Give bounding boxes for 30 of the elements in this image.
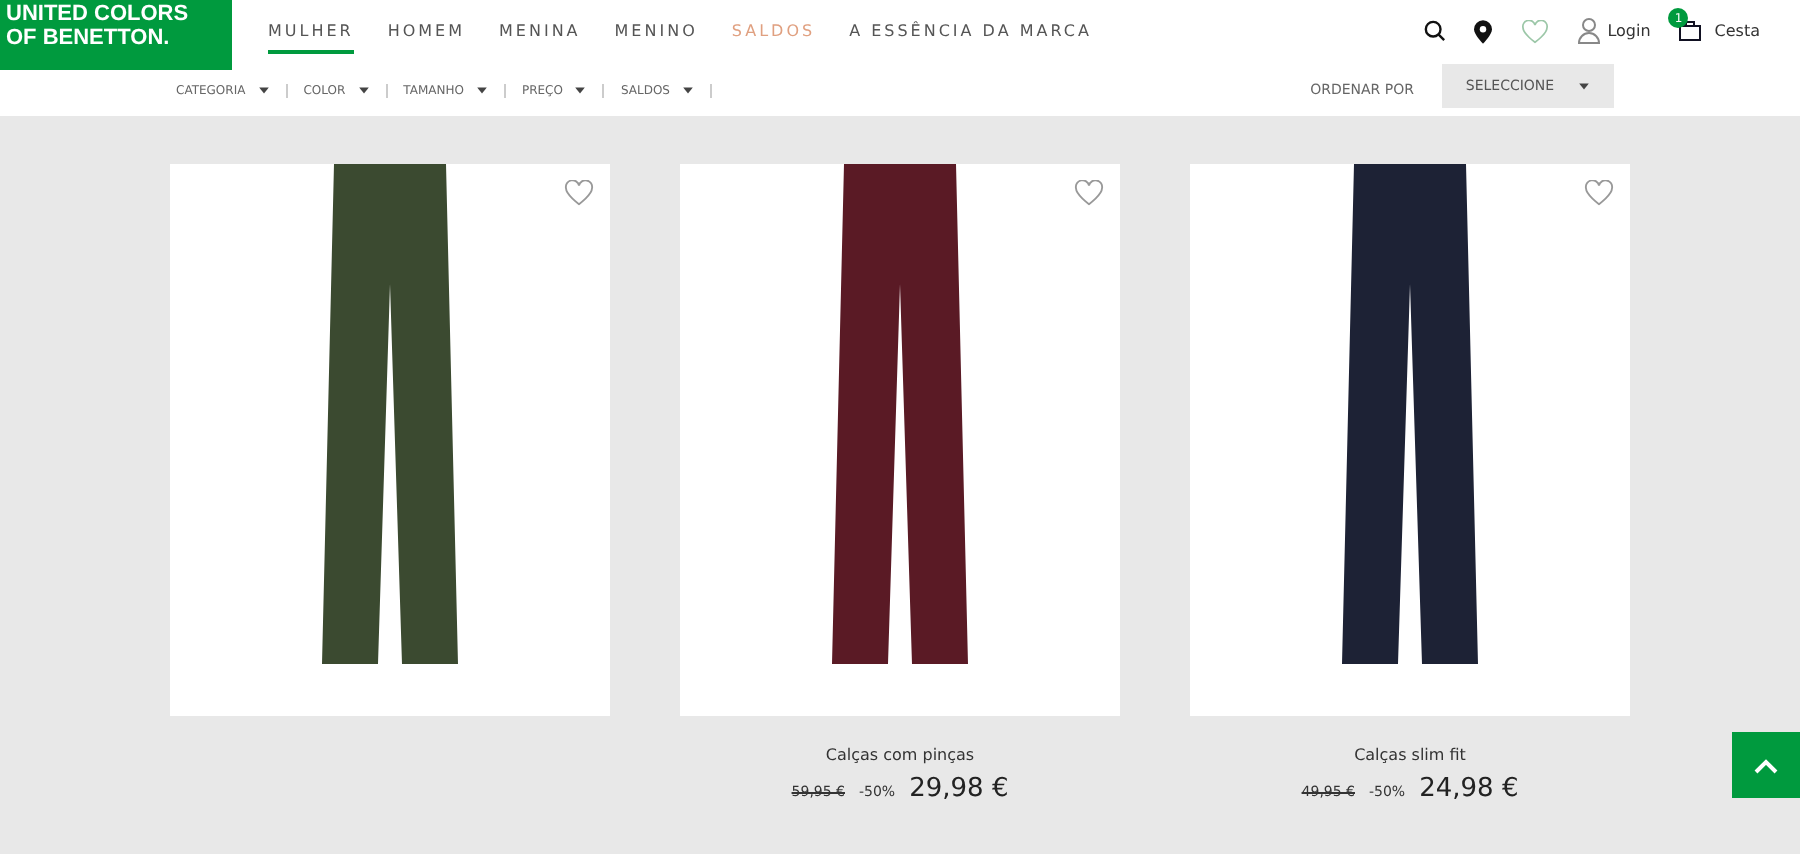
sale-price: 24,98 € xyxy=(1419,774,1519,804)
caret-icon xyxy=(257,83,270,95)
caret-icon xyxy=(681,83,694,95)
nav-link[interactable]: MENINA xyxy=(499,22,581,54)
nav-link[interactable]: MENINO xyxy=(614,22,698,54)
caret-icon xyxy=(1578,80,1591,92)
caret-icon xyxy=(357,83,370,95)
bag-icon[interactable] xyxy=(1678,20,1703,42)
login-link[interactable]: Login xyxy=(1607,22,1651,40)
nav-link[interactable]: A ESSÊNCIA DA MARCA xyxy=(849,22,1092,54)
brand-logo[interactable]: UNITED COLORS OF BENETTON. xyxy=(0,0,232,70)
heart-icon[interactable] xyxy=(1584,180,1614,206)
search-icon[interactable] xyxy=(1423,20,1446,42)
nav-link[interactable]: MULHER xyxy=(268,22,354,54)
back-to-top-button[interactable] xyxy=(1732,732,1800,798)
product-card[interactable] xyxy=(170,164,610,716)
product-name[interactable]: Calças com pinças xyxy=(825,746,975,764)
heart-icon[interactable] xyxy=(564,180,594,206)
product-name[interactable]: Calças slim fit xyxy=(1354,746,1466,764)
caret-icon xyxy=(574,83,587,95)
chevron-up-icon xyxy=(1754,757,1778,773)
cart-link[interactable]: Cesta xyxy=(1714,22,1760,40)
caret-icon xyxy=(475,83,488,95)
location-pin-icon[interactable] xyxy=(1473,19,1492,43)
user-icon[interactable] xyxy=(1577,18,1600,44)
product-card[interactable] xyxy=(1190,164,1630,716)
product-card[interactable] xyxy=(680,164,1120,716)
sale-price: 29,98 € xyxy=(909,774,1009,804)
nav-link[interactable]: HOMEM xyxy=(387,22,466,54)
heart-icon[interactable] xyxy=(1074,180,1104,206)
